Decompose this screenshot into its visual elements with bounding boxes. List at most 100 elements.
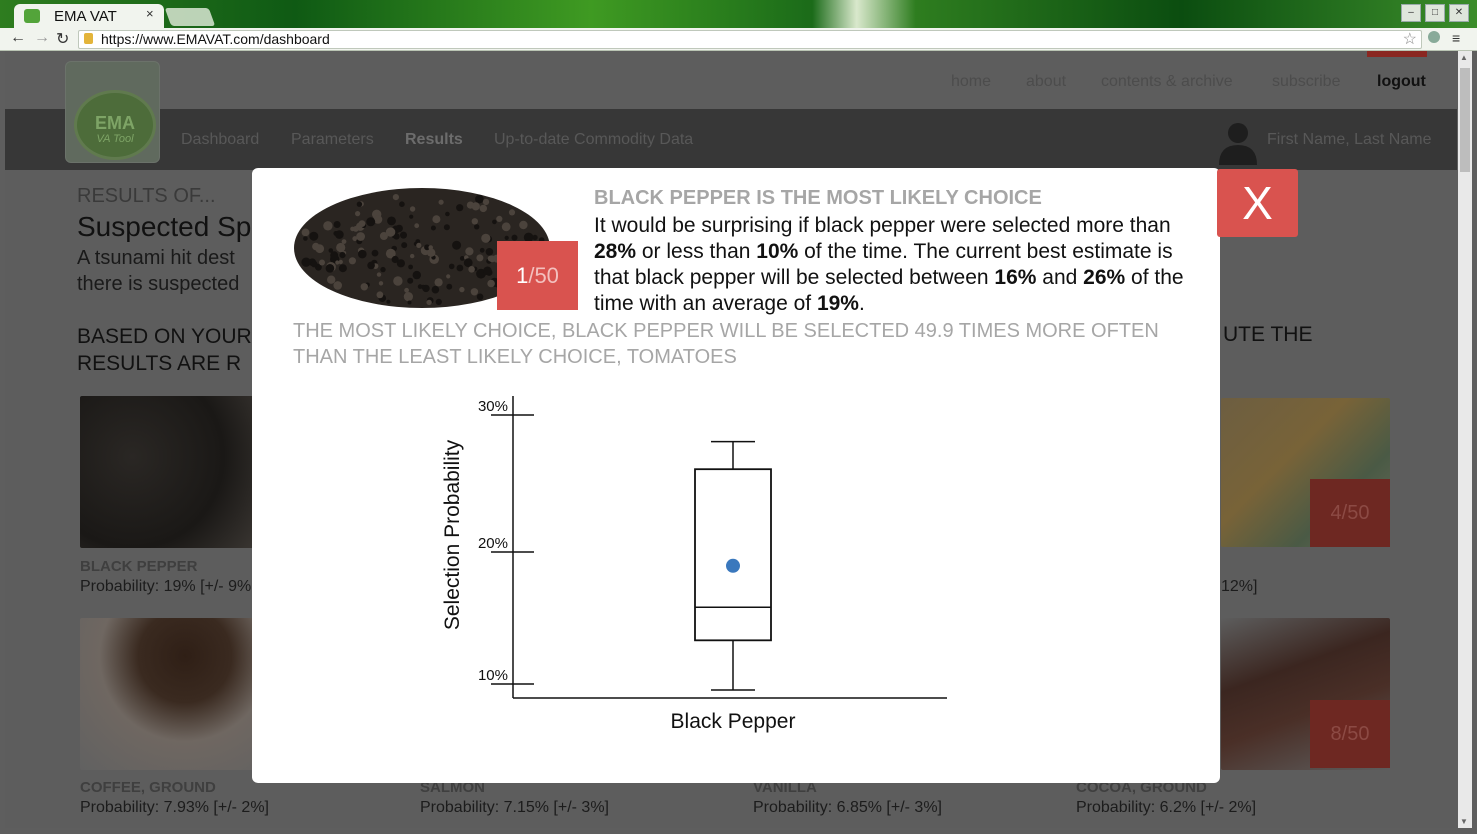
- peppercorn-texture: [408, 264, 413, 270]
- peppercorn-texture: [476, 293, 484, 301]
- peppercorn-texture: [325, 264, 335, 273]
- y-tick-label: 20%: [478, 535, 508, 552]
- card-image-coffee[interactable]: [80, 618, 255, 770]
- back-icon[interactable]: ←: [10, 29, 26, 47]
- peppercorn-texture: [511, 234, 518, 241]
- peppercorn-texture: [532, 234, 538, 241]
- modal-heading: BLACK PEPPER IS THE MOST LIKELY CHOICE: [594, 187, 1042, 209]
- scenario-description: A tsunami hit dest there is suspected: [77, 247, 240, 295]
- favicon-icon: [24, 9, 40, 23]
- bookmark-star-icon[interactable]: ☆: [1403, 29, 1417, 49]
- peppercorn-texture: [459, 256, 465, 261]
- tab-close-icon[interactable]: ×: [146, 6, 154, 21]
- scroll-up-icon[interactable]: ▲: [1460, 53, 1468, 62]
- peppercorn-texture: [356, 232, 365, 241]
- peppercorn-texture: [366, 217, 376, 227]
- address-bar[interactable]: https://www.EMAVAT.com/dashboard ☆: [78, 30, 1422, 49]
- tab-commodity-data[interactable]: Up-to-date Commodity Data: [494, 131, 693, 149]
- peppercorn-texture: [378, 281, 384, 286]
- nav-subscribe[interactable]: subscribe: [1272, 73, 1340, 91]
- tab-results[interactable]: Results: [405, 131, 463, 149]
- nav-logout[interactable]: logout: [1377, 73, 1426, 91]
- peppercorn-texture: [336, 242, 346, 253]
- extension-icon[interactable]: [1428, 31, 1440, 43]
- nav-home[interactable]: home: [951, 73, 991, 91]
- nav-contents-archive[interactable]: contents & archive: [1101, 73, 1233, 91]
- tab-parameters[interactable]: Parameters: [291, 131, 374, 149]
- peppercorn-texture: [301, 228, 310, 237]
- peppercorn-texture: [396, 259, 405, 268]
- peppercorn-texture: [487, 255, 494, 262]
- rank-badge: 8/50: [1310, 700, 1390, 768]
- peppercorn-texture: [492, 219, 497, 225]
- peppercorn-texture: [432, 215, 441, 224]
- card-probability: Probability: 6.85% [+/- 3%]: [753, 799, 942, 816]
- window-controls: – □ ✕: [1401, 4, 1469, 22]
- comparison-text: THE MOST LIKELY CHOICE, BLACK PEPPER WIL…: [293, 320, 1159, 368]
- peppercorn-texture: [428, 245, 433, 250]
- peppercorn-texture: [463, 258, 473, 268]
- peppercorn-texture: [434, 278, 443, 287]
- site-logo[interactable]: EMA VA Tool: [65, 61, 160, 163]
- card-probability: Probability: 19% [+/- 9%: [80, 578, 252, 595]
- user-name[interactable]: First Name, Last Name: [1267, 131, 1431, 149]
- peppercorn-texture: [409, 214, 414, 219]
- y-tick-label: 30%: [478, 398, 508, 415]
- nav-about[interactable]: about: [1026, 73, 1066, 91]
- new-tab-button[interactable]: [164, 8, 216, 26]
- peppercorn-texture: [387, 216, 396, 226]
- peppercorn-texture: [420, 284, 426, 290]
- peppercorn-texture: [335, 260, 340, 265]
- based-on-text-right: UTE THE: [1223, 323, 1313, 346]
- rank-badge: 4/50: [1310, 479, 1390, 547]
- peppercorn-texture: [309, 231, 319, 241]
- page-scrollbar[interactable]: ▲ ▼: [1458, 51, 1472, 828]
- peppercorn-texture: [435, 298, 442, 305]
- tab-dashboard[interactable]: Dashboard: [181, 131, 259, 149]
- peppercorn-texture: [481, 233, 491, 243]
- forward-icon[interactable]: →: [34, 29, 50, 47]
- peppercorn-texture: [401, 242, 408, 249]
- results-of-label: RESULTS OF...: [77, 185, 216, 207]
- window-close-icon[interactable]: ✕: [1449, 4, 1469, 22]
- peppercorn-texture: [400, 231, 407, 239]
- logo-circle: EMA VA Tool: [74, 90, 156, 160]
- peppercorn-texture: [310, 260, 318, 268]
- close-modal-button[interactable]: X: [1217, 169, 1298, 237]
- reload-icon[interactable]: ↻: [56, 29, 69, 49]
- peppercorn-texture: [443, 224, 450, 231]
- mean-point: [726, 558, 740, 573]
- scroll-thumb[interactable]: [1460, 68, 1470, 172]
- logo-text: EMA: [95, 113, 135, 133]
- minimize-icon[interactable]: –: [1401, 4, 1421, 22]
- card-probability: 12%]: [1221, 578, 1258, 595]
- peppercorn-texture: [386, 299, 391, 304]
- peppercorn-texture: [501, 222, 511, 232]
- peppercorn-texture: [385, 227, 396, 237]
- peppercorn-texture: [333, 221, 341, 228]
- peppercorn-texture: [487, 279, 495, 288]
- peppercorn-texture: [333, 281, 342, 290]
- user-avatar-icon[interactable]: [1215, 119, 1261, 165]
- peppercorn-texture: [303, 236, 308, 241]
- card-image-black-pepper[interactable]: [80, 396, 255, 548]
- peppercorn-texture: [519, 220, 528, 230]
- peppercorn-texture: [476, 254, 484, 262]
- lock-icon: [84, 33, 93, 44]
- browser-tab[interactable]: EMA VAT ×: [14, 4, 164, 28]
- logo-subtitle: VA Tool: [96, 133, 134, 145]
- peppercorn-texture: [410, 253, 415, 259]
- peppercorn-texture: [327, 275, 336, 284]
- peppercorn-texture: [339, 252, 346, 259]
- menu-icon[interactable]: ≡: [1452, 30, 1460, 46]
- card-name: COFFEE, GROUND: [80, 779, 216, 796]
- peppercorn-texture: [403, 292, 413, 302]
- selection-probability-chart: 30% 20% 10% Black Pepper Selection Probabili…: [441, 396, 947, 733]
- y-axis-label: Selection Probability: [441, 439, 464, 630]
- peppercorn-texture: [338, 264, 347, 273]
- peppercorn-texture: [356, 201, 363, 207]
- scenario-title: Suspected Sp: [77, 211, 252, 242]
- peppercorn-texture: [459, 286, 465, 293]
- maximize-icon[interactable]: □: [1425, 4, 1445, 22]
- scroll-down-icon[interactable]: ▼: [1460, 817, 1468, 826]
